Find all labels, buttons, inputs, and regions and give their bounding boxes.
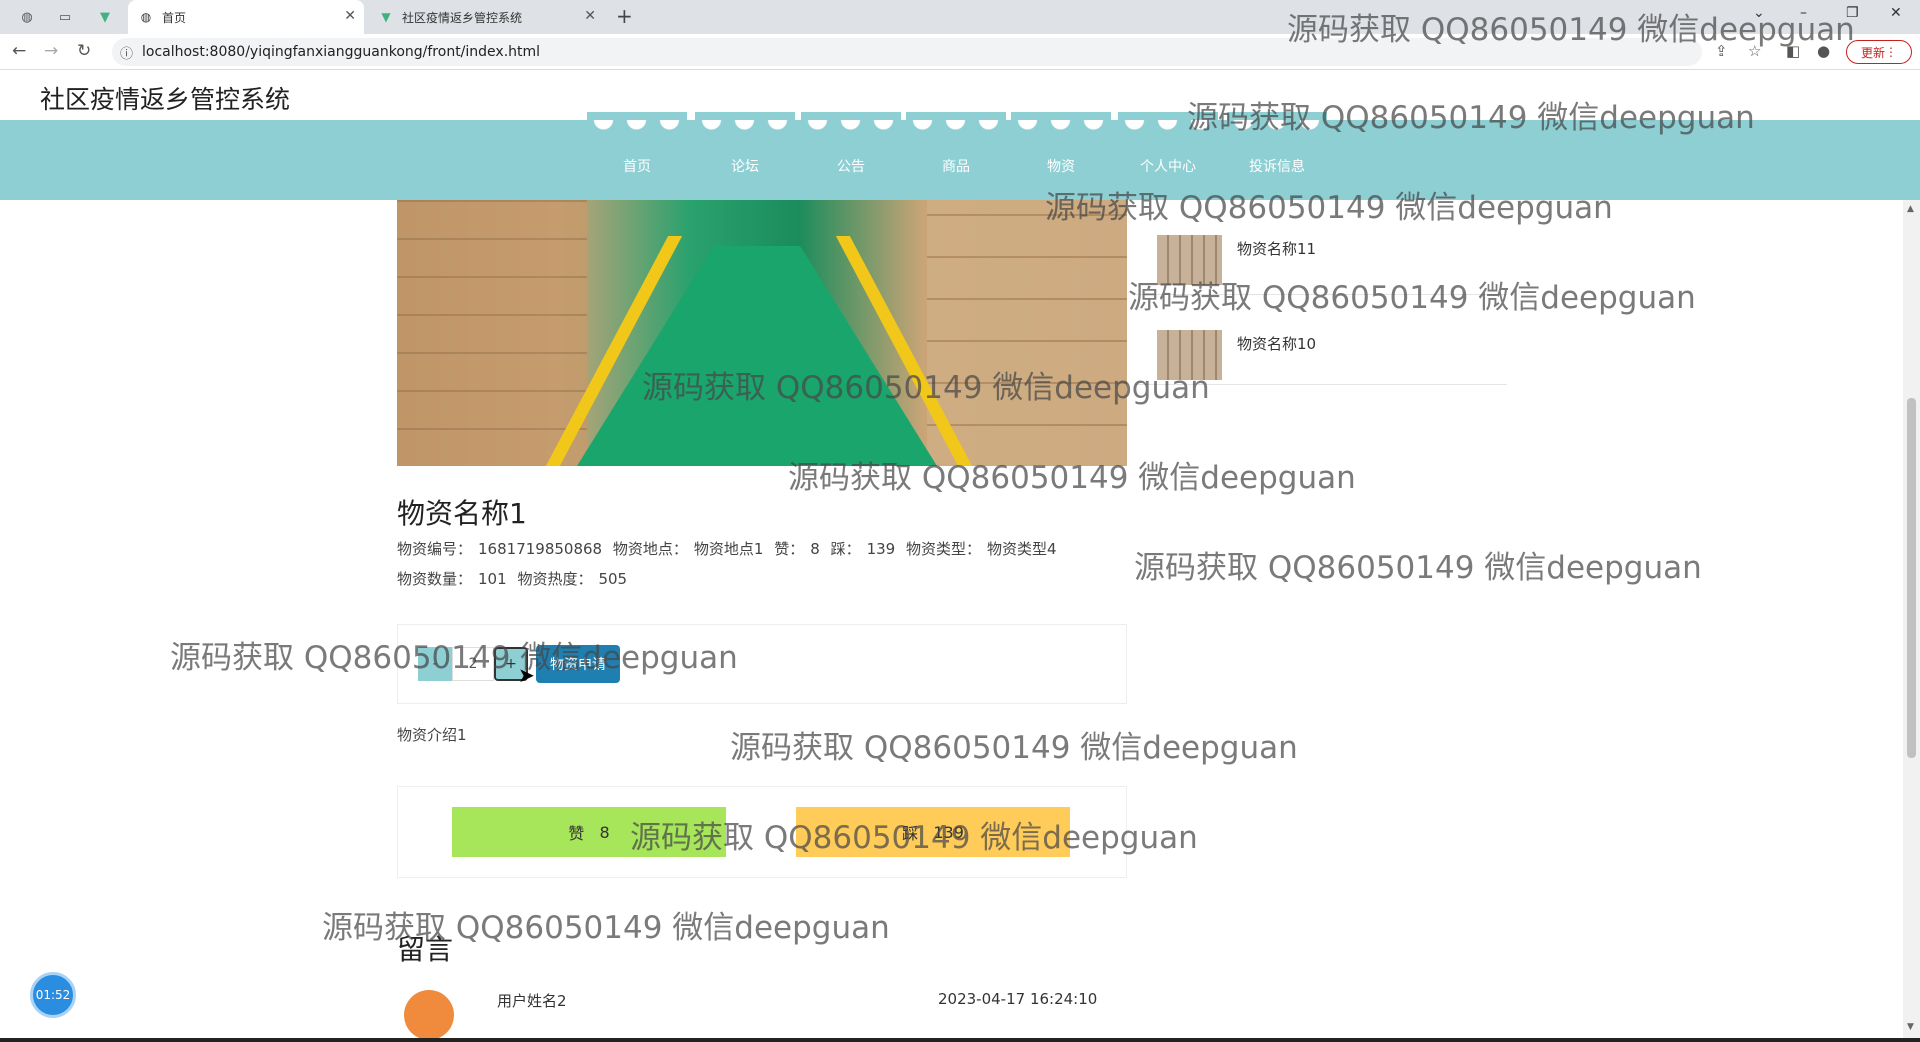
reload-icon[interactable]: ↻ (77, 41, 91, 61)
related-list: 物资名称11 物资名称10 (1135, 200, 1507, 385)
profile-icon[interactable]: ● (1817, 42, 1830, 60)
message-time: 2023-04-17 16:24:10 (938, 990, 1098, 1008)
product-type: 物资类型4 (987, 540, 1057, 558)
scroll-thumb[interactable] (1907, 398, 1916, 758)
product-code: 1681719850868 (478, 540, 603, 558)
site-title: 社区疫情返乡管控系统 (40, 85, 291, 114)
scroll-down-icon[interactable]: ▼ (1907, 1022, 1914, 1032)
chevron-down-icon[interactable]: ⌄ (1753, 5, 1765, 21)
minimize-icon[interactable]: – (1800, 5, 1807, 21)
url-input[interactable]: ⓘ localhost:8080/yiqingfanxiangguankong/… (112, 38, 1702, 66)
list-item[interactable]: 物资名称11 (1135, 200, 1507, 295)
product-location: 物资地点1 (693, 540, 764, 558)
list-item[interactable]: 物资名称10 (1135, 295, 1507, 385)
new-tab-button[interactable]: + (616, 4, 633, 28)
apply-panel: - 2 + 物资申请 ➤ (397, 624, 1127, 704)
message-user: 用户姓名2 (497, 992, 567, 1010)
product-name: 物资名称1 (397, 497, 527, 530)
dislike-button[interactable]: 踩 139 (796, 807, 1070, 857)
globe-icon: ◍ (140, 10, 152, 24)
tab-title: 首页 (162, 10, 187, 25)
pinned-tab-2[interactable]: ▭ (48, 6, 82, 28)
share-icon[interactable]: ⇪ (1715, 42, 1728, 60)
watermark: 源码获取 QQ86050149 微信deepguan (1134, 550, 1702, 586)
avatar (404, 990, 454, 1040)
close-icon[interactable]: ✕ (344, 8, 356, 24)
star-icon[interactable]: ☆ (1748, 42, 1761, 60)
forward-icon[interactable]: → (44, 41, 58, 61)
mouse-cursor-icon: ➤ (518, 663, 535, 687)
globe-icon: ◍ (21, 9, 33, 25)
quantity-input[interactable]: 2 (452, 647, 494, 681)
browser-tab-bar: ◍ ▭ ▼ ◍ 首页 ✕ ▼ 社区疫情返乡管控系统 ✕ + ⌄ – ❐ ✕ (0, 0, 1920, 34)
like-button[interactable]: 赞 8 (452, 807, 726, 857)
close-icon[interactable]: ✕ (584, 8, 596, 24)
product-intro: 物资介绍1 (397, 726, 467, 744)
url-text: localhost:8080/yiqingfanxiangguankong/fr… (142, 44, 541, 60)
vote-panel: 赞 8 踩 139 (397, 786, 1127, 878)
list-item-name: 物资名称11 (1237, 240, 1317, 258)
restore-icon[interactable]: ❐ (1846, 5, 1859, 21)
apply-supplies-button[interactable]: 物资申请 (536, 645, 620, 683)
product-meta-row-1: 物资编号： 1681719850868 物资地点： 物资地点1 赞： 8 踩： 139 … (397, 540, 1057, 558)
scroll-up-icon[interactable]: ▲ (1907, 204, 1914, 214)
watermark: 源码获取 QQ86050149 微信deepguan (730, 730, 1298, 766)
product-thumbnail (1157, 330, 1222, 380)
recording-timer[interactable]: 01:52 (30, 972, 76, 1018)
bottom-border (0, 1038, 1920, 1042)
blank-page-icon: ▭ (58, 9, 72, 25)
vue-icon: ▼ (100, 9, 110, 25)
update-button[interactable]: 更新 ⋮ (1846, 40, 1912, 64)
product-dislike: 139 (866, 540, 896, 558)
quantity-decrease-button[interactable]: - (418, 647, 452, 681)
window-close-icon[interactable]: ✕ (1890, 5, 1902, 21)
product-image (397, 200, 1127, 466)
vue-icon: ▼ (381, 10, 391, 24)
pinned-tab-1[interactable]: ◍ (10, 6, 44, 28)
info-icon[interactable]: ⓘ (120, 43, 133, 62)
product-heat: 505 (598, 570, 628, 588)
pinned-tab-3[interactable]: ▼ (88, 6, 122, 28)
tab-home[interactable]: ◍ 首页 ✕ (128, 0, 364, 34)
back-icon[interactable]: ← (12, 41, 26, 61)
product-meta-row-2: 物资数量： 101 物资热度： 505 (397, 570, 628, 588)
sidepanel-icon[interactable]: ◧ (1786, 42, 1800, 60)
address-bar: ← → ↻ ⓘ localhost:8080/yiqingfanxianggua… (0, 34, 1920, 70)
messages-title: 留言 (397, 933, 454, 966)
product-qty: 101 (478, 570, 507, 588)
list-item-name: 物资名称10 (1237, 335, 1317, 353)
product-thumbnail (1157, 235, 1222, 285)
scrollbar[interactable]: ▲ ▼ (1903, 200, 1920, 1038)
tab-system[interactable]: ▼ 社区疫情返乡管控系统 ✕ (368, 0, 604, 34)
product-like: 8 (810, 540, 820, 558)
tab-title: 社区疫情返乡管控系统 (402, 10, 523, 25)
